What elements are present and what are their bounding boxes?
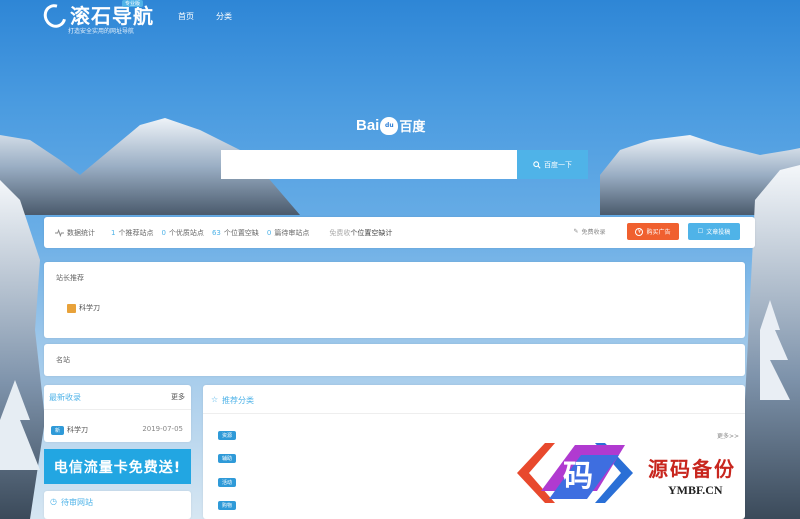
pencil-icon: ✎ (573, 228, 579, 235)
baidu-logo-cn: 百度 (399, 120, 426, 135)
watermark-logo: 码 (517, 443, 633, 503)
vacant-overlay-text: 个位置空缺计 (350, 228, 393, 237)
baidu-paw-icon: du (380, 116, 399, 135)
main-nav: 首页 分类 (178, 11, 232, 22)
pending-label: 篇待审站点 (274, 228, 310, 237)
vacant-label: 个位置空缺 (223, 228, 259, 237)
latest-item-label: 科学刀 (67, 426, 89, 434)
baidu-logo: Bai du 百度 (356, 116, 425, 135)
pending-panel: ◷ 待审网站 (44, 491, 191, 519)
submit-article-button[interactable]: ☐ 文章投稿 (688, 223, 740, 240)
ghost-free-collect: 免费收 (329, 228, 351, 237)
vacant-count: 63 (211, 228, 221, 237)
latest-item-date: 2019-07-05 (142, 425, 183, 433)
star-icon: ☆ (211, 395, 219, 404)
submit-article-label: 文章投稿 (706, 229, 731, 236)
category-tag[interactable]: 资源 (218, 431, 237, 440)
stats-title: 数据统计 (67, 228, 95, 237)
free-collect-button[interactable]: ✎ 免费收录 (563, 223, 616, 240)
recommend-site-label: 科学刀 (79, 304, 100, 312)
quality-count: 0 (161, 228, 166, 237)
baidu-logo-bai: Bai (356, 117, 380, 134)
brand-name: 滚石导航 (70, 4, 154, 28)
top-bar: 滚石导航 专业版 打造安全实用的网址导航 首页 分类 (0, 0, 800, 38)
nav-category[interactable]: 分类 (216, 11, 232, 22)
list-item[interactable]: 新 科学刀 (51, 425, 88, 435)
logo[interactable]: 滚石导航 (39, 0, 154, 32)
latest-title: 最新收录 (49, 393, 81, 402)
category-tag[interactable]: 辅助 (218, 454, 237, 463)
yen-icon: ¥ (635, 227, 644, 236)
latest-more-link[interactable]: 更多 (171, 392, 185, 402)
watermark-cn: 源码备份 (648, 457, 736, 481)
quality-label: 个优质站点 (168, 228, 204, 237)
search-input[interactable] (221, 150, 517, 179)
divider (203, 413, 745, 414)
divider (44, 409, 191, 410)
edit-icon: ☐ (697, 228, 704, 235)
free-collect-label: 免费收录 (581, 229, 606, 236)
recommend-category-title: 推荐分类 (222, 396, 254, 405)
new-badge: 新 (51, 425, 65, 435)
pulse-icon (55, 228, 64, 237)
buy-ad-label: 购买广告 (646, 229, 671, 236)
admin-recommend-title: 站长推荐 (56, 274, 84, 282)
nav-home[interactable]: 首页 (178, 11, 194, 22)
recommend-count: 1 (111, 228, 116, 237)
famous-panel: 名站 (44, 344, 745, 376)
recommend-label: 个推荐站点 (118, 228, 154, 237)
watermark-en: YMBF.CN (668, 483, 723, 497)
latest-panel: 最新收录 更多 新 科学刀 2019-07-05 (44, 385, 191, 442)
watermark-glyph: 码 (563, 459, 593, 494)
admin-recommend-panel: 站长推荐 科学刀 (44, 262, 745, 338)
category-tag[interactable]: 购物 (218, 501, 237, 510)
pending-count: 0 (266, 228, 272, 237)
search-icon (533, 160, 541, 169)
pending-title: 待审网站 (61, 498, 93, 507)
site-favicon-icon (67, 303, 76, 313)
brand-slogan: 打造安全实用的网址导航 (68, 28, 135, 35)
buy-ad-button[interactable]: ¥ 购买广告 (627, 223, 679, 240)
clock-icon: ◷ (50, 497, 57, 506)
famous-title: 名站 (56, 356, 70, 364)
search-button[interactable]: 百度一下 (517, 150, 588, 179)
watermark: 码 源码备份 YMBF.CN (515, 439, 790, 507)
logo-icon (39, 0, 71, 32)
recommend-site-item[interactable]: 科学刀 (67, 303, 100, 313)
promo-banner[interactable]: 电信流量卡免费送! (44, 449, 191, 484)
category-tag[interactable]: 活动 (218, 478, 237, 487)
search-button-label: 百度一下 (544, 160, 572, 169)
brand-badge: 专业版 (122, 0, 144, 7)
